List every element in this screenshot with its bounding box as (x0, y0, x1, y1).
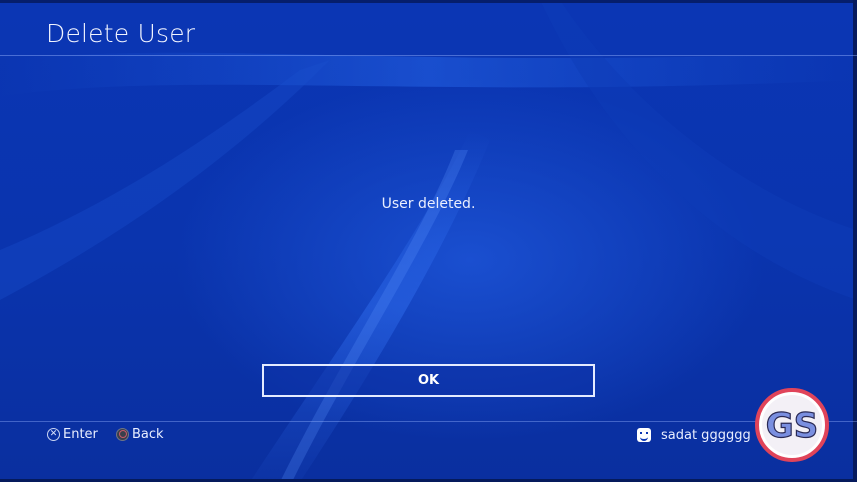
back-hint-label: Back (132, 426, 164, 442)
smiley-avatar-icon (637, 428, 651, 442)
back-hint[interactable]: Back (116, 426, 164, 442)
ok-button[interactable]: OK (262, 364, 595, 397)
svg-text:GS: GS (766, 406, 818, 446)
page-title: Delete User (46, 19, 196, 48)
right-edge (853, 0, 857, 482)
background-waves (0, 0, 857, 482)
cross-button-icon: ✕ (47, 427, 60, 441)
status-message: User deleted. (381, 196, 476, 212)
header-divider (0, 55, 857, 56)
top-edge (0, 0, 857, 3)
circle-button-icon (116, 427, 129, 441)
user-name: sadat gggggg (661, 427, 751, 443)
enter-hint-label: Enter (63, 426, 98, 442)
current-user: sadat gggggg (637, 426, 751, 444)
footer-divider (0, 421, 857, 422)
enter-hint[interactable]: ✕ Enter (47, 426, 98, 442)
gs-watermark-logo: GS (755, 388, 829, 462)
delete-user-screen: Delete User User deleted. OK ✕ Enter Bac… (0, 0, 857, 482)
